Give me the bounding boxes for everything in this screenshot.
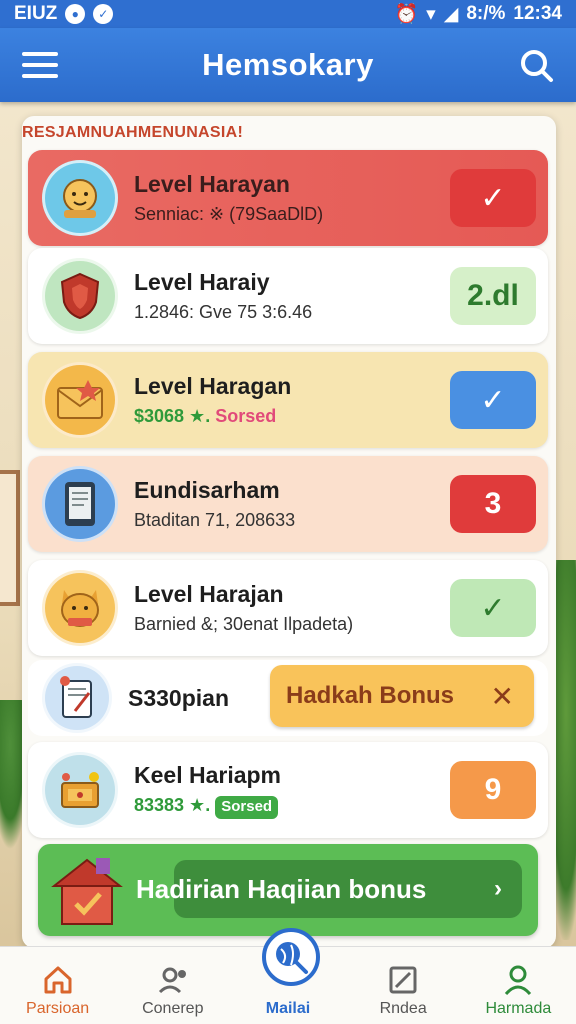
status-right: ⏰ ▾ ◢ 8:/% 12:34 xyxy=(394,2,562,26)
shield-avatar-icon xyxy=(42,258,118,334)
bonus-banner-label: Hadirian Haqiian bonus xyxy=(136,874,427,904)
row-subtitle: Senniac: ※ (79SaaDlD) xyxy=(134,204,324,225)
row-title: Level Harajan xyxy=(134,581,284,608)
notepad-avatar-icon xyxy=(42,663,112,733)
checkmark-icon: ✓ xyxy=(480,383,506,417)
section-header: RESJAMNUAHMENUNASIA! xyxy=(22,124,244,141)
list-item-keel-hariapm[interactable]: Keel Hariapm 83383 ★. Sorsed 9 xyxy=(28,742,548,838)
clock-label: 12:34 xyxy=(513,3,562,24)
nav-label: Parsioan xyxy=(26,1000,90,1017)
app-title: Hemsokary xyxy=(202,47,374,82)
status-bar: EIUZ ● ✓ ⏰ ▾ ◢ 8:/% 12:34 xyxy=(0,0,576,28)
nav-label: Conerep xyxy=(142,1000,204,1017)
home-icon xyxy=(44,966,72,994)
check-notification-icon: ✓ xyxy=(93,4,114,24)
tablet-avatar-icon xyxy=(42,466,118,542)
row-subtitle: $3068 ★. Sorsed xyxy=(134,405,450,428)
level-count-label: 2.dl xyxy=(467,279,519,312)
check-button[interactable]: ✓ xyxy=(450,579,536,637)
row-text: Eundisarham Btaditan 71, 208633 xyxy=(134,476,450,531)
status-label: Sorsed xyxy=(215,406,277,427)
bonus-pill-label: Hadkah Bonus xyxy=(286,682,455,709)
row-title: Level Harayan xyxy=(134,171,290,198)
cat-avatar-icon xyxy=(42,570,118,646)
profile-gear-icon xyxy=(158,967,186,994)
count-label: 3 xyxy=(484,487,502,520)
envelope-avatar-icon xyxy=(42,362,118,438)
list-item-level-harajan[interactable]: Level Harajan Barnied &; 30enat Ilpadeta… xyxy=(28,560,548,656)
list-item-level-haraiy[interactable]: Level Haraiy 1.2846: Gve 75 3:6.46 2.dl xyxy=(28,248,548,344)
row-text: Level Harayan Senniac: ※ (79SaaDlD) xyxy=(134,170,450,225)
row-subtitle: 1.2846: Gve 75 3:6.46 xyxy=(134,302,313,323)
row-text: Level Haraiy 1.2846: Gve 75 3:6.46 xyxy=(134,268,450,323)
user-icon xyxy=(505,965,532,996)
globe-search-icon[interactable] xyxy=(262,928,320,986)
count-label: 9 xyxy=(484,773,502,806)
row-subtitle: Barnied &; 30enat Ilpadeta) xyxy=(134,614,354,635)
count-button[interactable]: 9 xyxy=(450,761,536,819)
list-item-level-haragan[interactable]: Level Haragan $3068 ★. Sorsed ✓ xyxy=(28,352,548,448)
nav-item-parsioan[interactable]: Parsioan xyxy=(3,964,113,1018)
price-label: 83383 ★. xyxy=(134,795,211,815)
close-icon[interactable]: ✕ xyxy=(491,680,514,713)
notification-icon: ● xyxy=(65,4,86,24)
treasure-avatar-icon xyxy=(42,752,118,828)
hamburger-menu-icon[interactable] xyxy=(22,52,58,78)
background-picture-frame xyxy=(0,470,20,606)
battery-label: 8:/% xyxy=(466,3,506,24)
row-text: Level Harajan Barnied &; 30enat Ilpadeta… xyxy=(134,580,450,635)
row-title: Level Haraiy xyxy=(134,269,270,296)
row-title: Keel Hariapm xyxy=(134,762,282,789)
face-avatar-icon xyxy=(42,160,118,236)
status-left: EIUZ ● ✓ xyxy=(14,3,114,25)
row-text: Keel Hariapm 83383 ★. Sorsed xyxy=(134,761,450,819)
nav-label: Harmada xyxy=(485,1000,552,1017)
checkmark-icon: ✓ xyxy=(480,181,506,215)
search-icon[interactable] xyxy=(518,47,554,83)
checkmark-icon: ✓ xyxy=(480,591,506,625)
edit-note-icon xyxy=(389,966,417,994)
list-item-level-harayan[interactable]: Level Harayan Senniac: ※ (79SaaDlD) ✓ xyxy=(28,150,548,246)
row-subtitle: 83383 ★. Sorsed xyxy=(134,794,450,819)
price-label: $3068 ★. xyxy=(134,406,211,427)
check-button[interactable]: ✓ xyxy=(450,169,536,227)
check-button[interactable]: ✓ xyxy=(450,371,536,429)
wifi-icon: ▾ xyxy=(426,3,436,25)
status-badge: Sorsed xyxy=(215,796,279,819)
nav-item-rndea[interactable]: Rndea xyxy=(348,964,458,1018)
level-count-button[interactable]: 2.dl xyxy=(450,267,536,325)
count-button[interactable]: 3 xyxy=(450,475,536,533)
alarm-icon: ⏰ xyxy=(394,4,419,25)
list-item-eundisarham[interactable]: Eundisarham Btaditan 71, 208633 3 xyxy=(28,456,548,552)
nav-label: Mailai xyxy=(265,1000,311,1017)
nav-item-harmada[interactable]: Harmada xyxy=(463,964,573,1018)
chevron-down-icon: › xyxy=(494,875,502,902)
row-text: Level Haragan $3068 ★. Sorsed xyxy=(134,372,450,427)
nav-item-conerep[interactable]: Conerep xyxy=(118,964,228,1018)
signal-icon: ◢ xyxy=(443,3,459,25)
gift-house-icon xyxy=(51,858,123,925)
row-title: Eundisarham xyxy=(134,477,280,504)
bonus-pill-button[interactable]: Hadkah Bonus ✕ xyxy=(270,665,534,727)
row-title: Level Haragan xyxy=(134,373,292,400)
nav-label: Rndea xyxy=(379,1000,427,1017)
row-subtitle: Btaditan 71, 208633 xyxy=(134,510,296,531)
carrier-label: EIUZ xyxy=(14,3,58,24)
app-bar: Hemsokary xyxy=(0,28,576,102)
